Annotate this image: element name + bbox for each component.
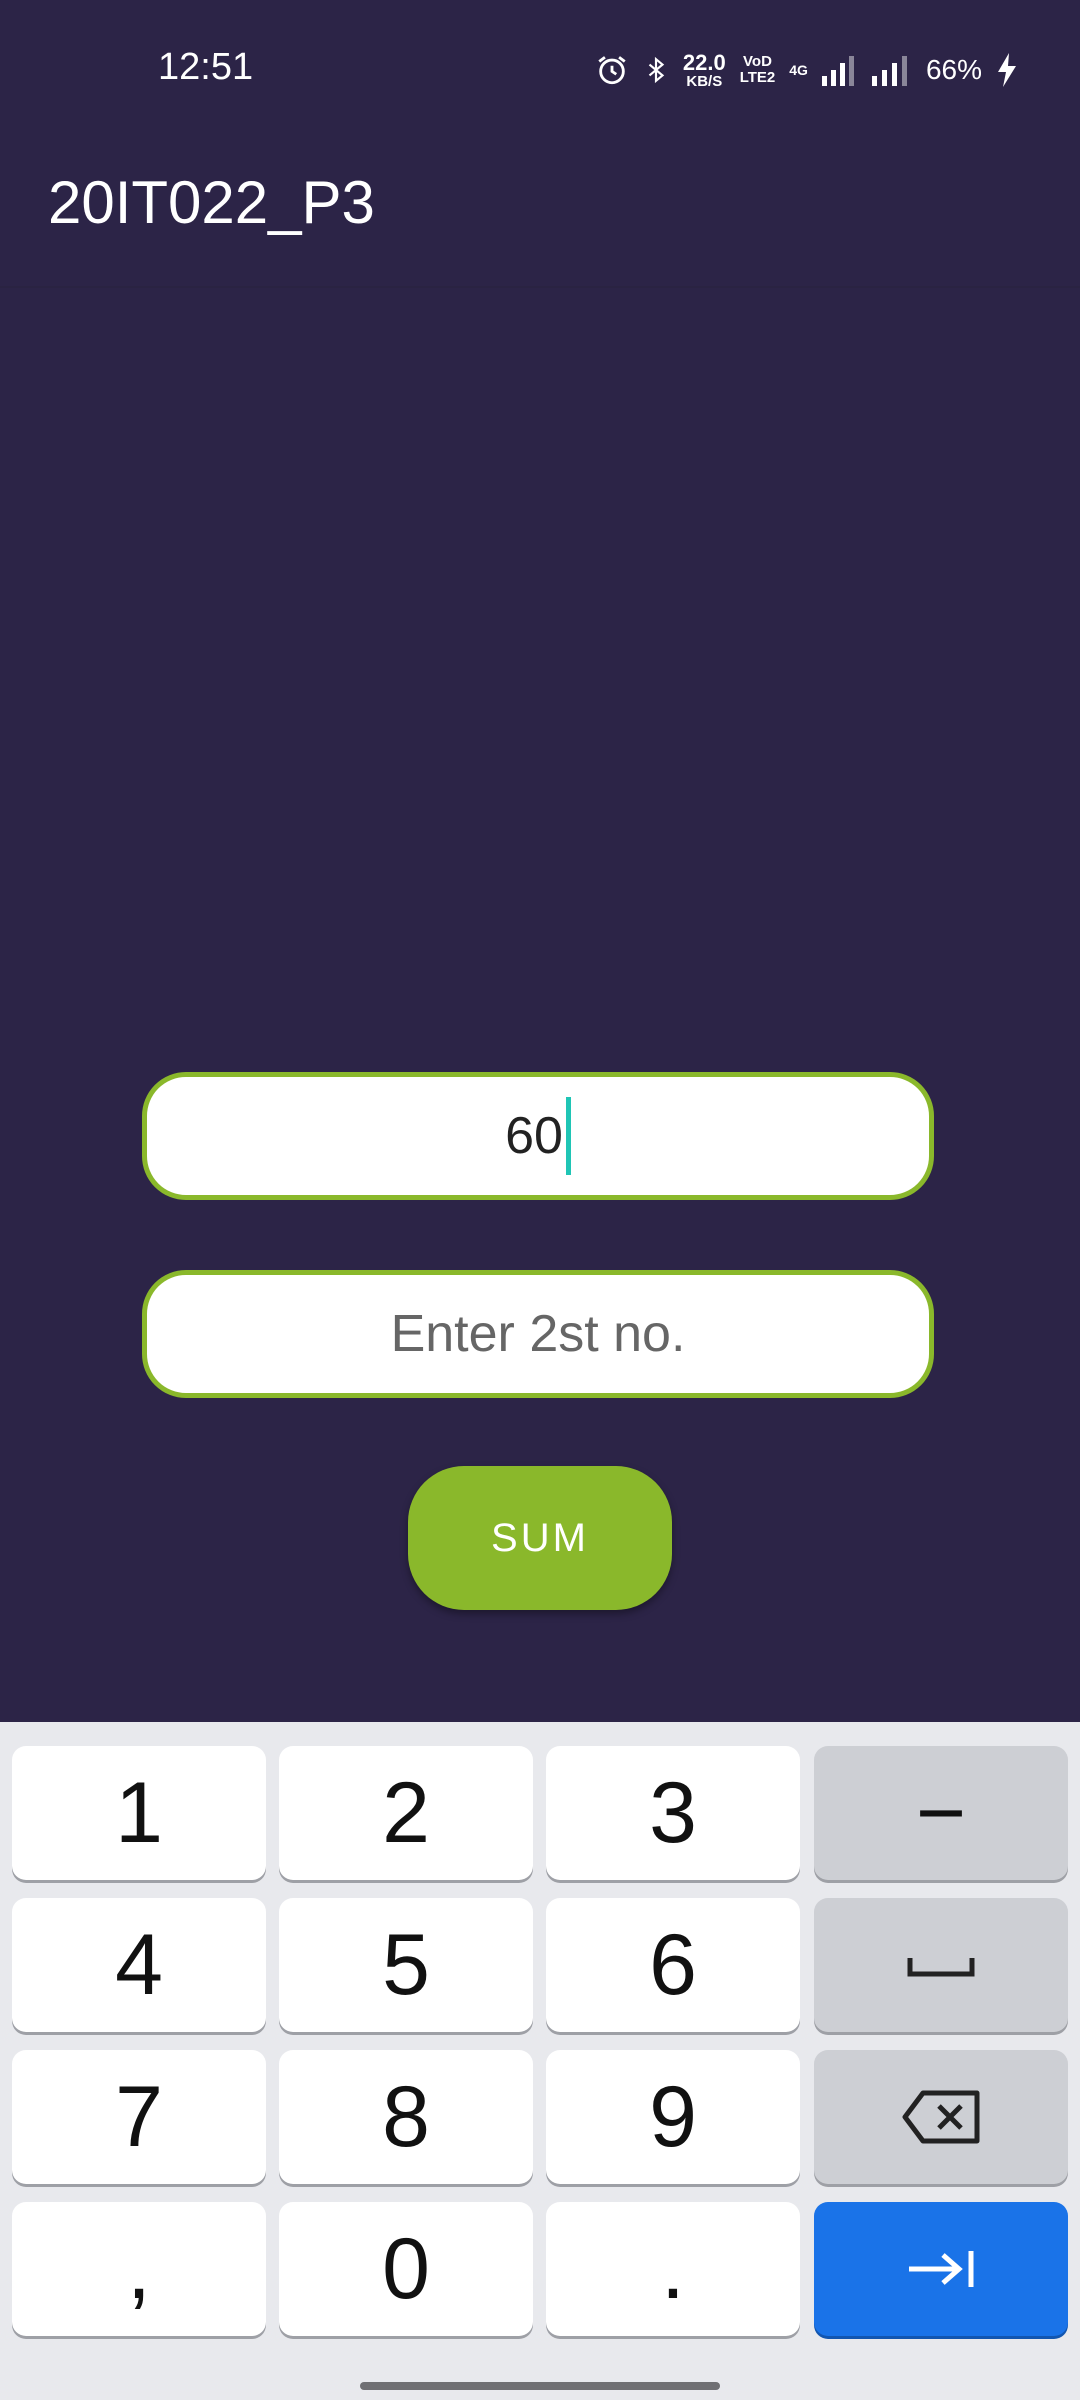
- key-4[interactable]: 4: [12, 1898, 266, 2032]
- key-8[interactable]: 8: [279, 2050, 533, 2184]
- network-type: 4G: [789, 62, 808, 78]
- first-number-value: 60: [505, 1107, 563, 1165]
- key-2[interactable]: 2: [279, 1746, 533, 1880]
- tab-next-icon: [909, 2251, 974, 2287]
- status-time: 12:51: [158, 46, 254, 88]
- key-next[interactable]: [814, 2202, 1068, 2336]
- second-number-input[interactable]: Enter 2st no.: [142, 1270, 934, 1398]
- gesture-nav-handle[interactable]: [360, 2382, 720, 2390]
- space-bar-icon: [907, 1958, 975, 1977]
- data-speed: 22.0 KB/S: [682, 49, 726, 90]
- key-3[interactable]: 3: [546, 1746, 800, 1880]
- backspace-icon: [902, 2090, 980, 2144]
- app-bar: 20IT022_P3: [0, 140, 1080, 288]
- status-bar: 12:51 22.0 KB/S VoD LTE2 4G 66%: [0, 0, 1080, 140]
- numeric-keyboard: 1 2 3 − 4 5 6 7 8 9 , 0 .: [0, 1722, 1080, 2400]
- key-1[interactable]: 1: [12, 1746, 266, 1880]
- text-cursor: [565, 1097, 571, 1175]
- sum-button[interactable]: SUM: [408, 1466, 672, 1610]
- key-backspace[interactable]: [814, 2050, 1068, 2184]
- first-number-input[interactable]: 60: [142, 1072, 934, 1200]
- key-space[interactable]: [814, 1898, 1068, 2032]
- bluetooth-icon: [648, 56, 665, 84]
- key-5[interactable]: 5: [279, 1898, 533, 2032]
- alarm-icon: [598, 56, 626, 85]
- signal-strength-icon: [821, 56, 854, 86]
- key-minus[interactable]: −: [814, 1746, 1068, 1880]
- battery-percentage: 66%: [925, 54, 982, 85]
- key-comma[interactable]: ,: [12, 2202, 266, 2336]
- key-7[interactable]: 7: [12, 2050, 266, 2184]
- key-period[interactable]: .: [546, 2202, 800, 2336]
- signal-strength-icon-2: [871, 56, 907, 86]
- charging-icon: [998, 53, 1016, 87]
- volte-indicator: VoD LTE2: [739, 53, 776, 86]
- key-6[interactable]: 6: [546, 1898, 800, 2032]
- key-9[interactable]: 9: [546, 2050, 800, 2184]
- app-title: 20IT022_P3: [48, 169, 375, 236]
- second-number-placeholder: Enter 2st no.: [390, 1305, 686, 1363]
- key-0[interactable]: 0: [279, 2202, 533, 2336]
- status-icons: 22.0 KB/S VoD LTE2 4G 66%: [595, 46, 1018, 94]
